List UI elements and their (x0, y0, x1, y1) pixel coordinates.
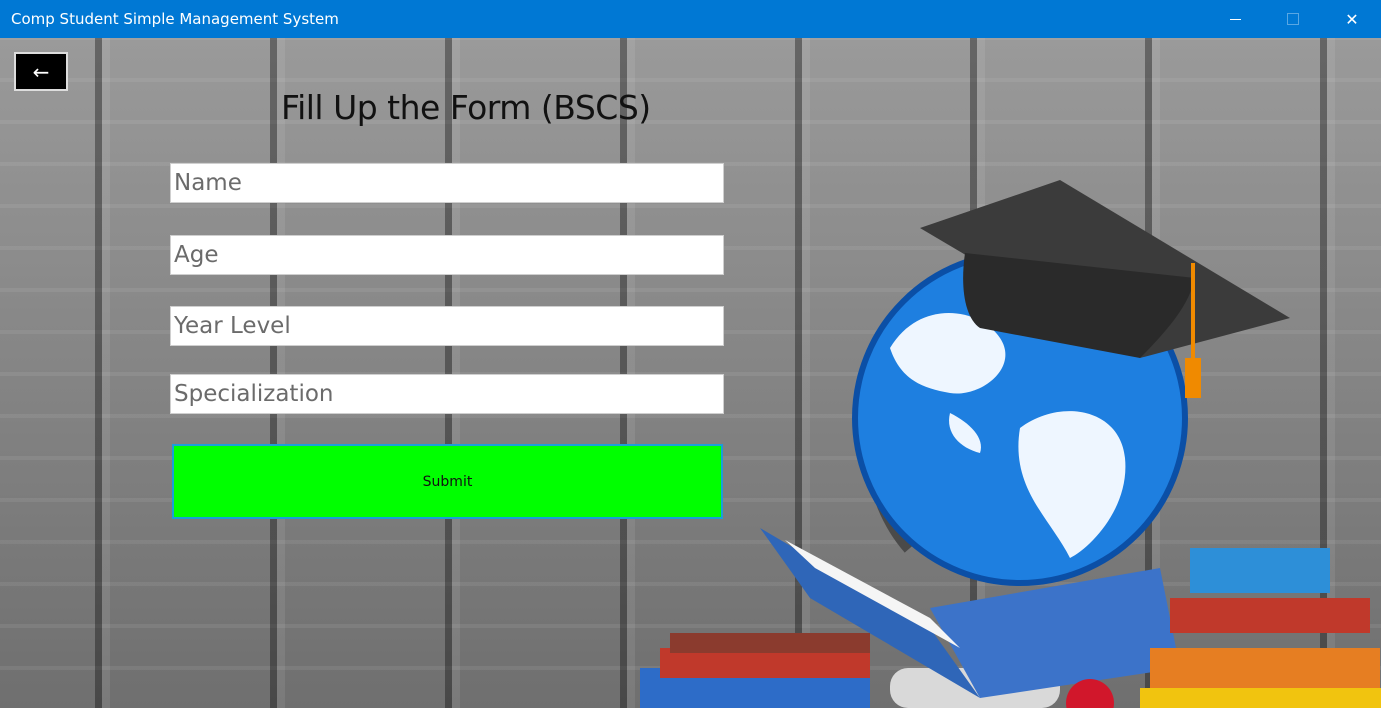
back-button[interactable]: ← (14, 52, 68, 91)
maximize-icon (1287, 13, 1299, 25)
maximize-button[interactable] (1270, 0, 1316, 38)
graduation-globe-books-illustration (640, 180, 1381, 708)
app-window: Comp Student Simple Management System ✕ … (0, 0, 1381, 708)
window-title: Comp Student Simple Management System (11, 10, 339, 28)
minimize-icon (1229, 18, 1241, 20)
submit-label: Submit (422, 473, 473, 490)
close-icon: ✕ (1345, 9, 1359, 29)
page-title: Fill Up the Form (BSCS) (281, 88, 651, 127)
content-area: ← Fill Up the Form (BSCS) Submit (0, 38, 1381, 708)
title-bar[interactable]: Comp Student Simple Management System ✕ (0, 0, 1381, 38)
close-button[interactable]: ✕ (1329, 0, 1375, 38)
arrow-left-icon: ← (32, 59, 50, 84)
minimize-button[interactable] (1212, 0, 1258, 38)
book-stack-right (1140, 688, 1381, 708)
